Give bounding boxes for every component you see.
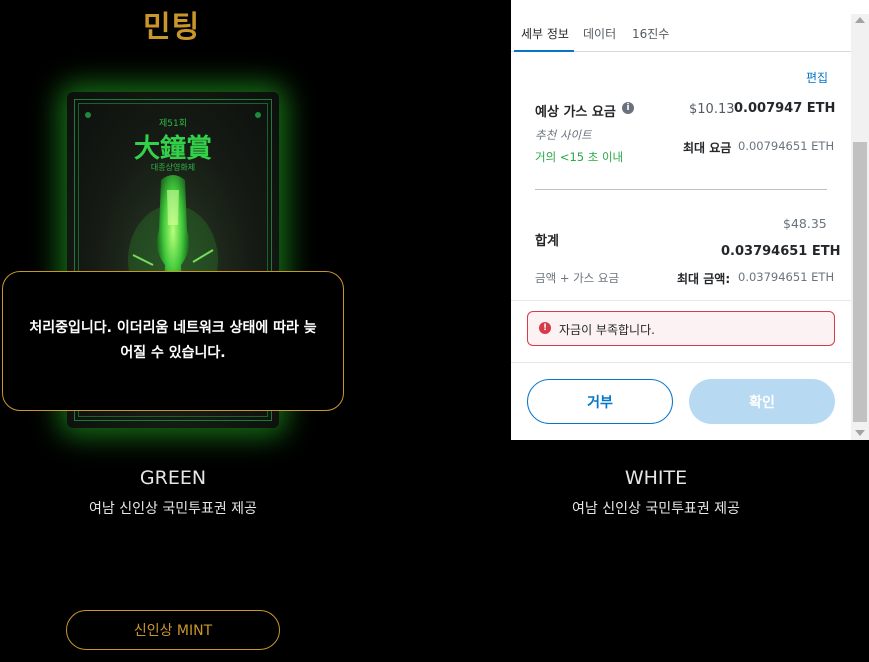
total-eth: 0.03794651 ETH (721, 244, 841, 259)
max-fee-label: 최대 요금 (683, 141, 732, 155)
gas-fee-eth: 0.007947 ETH (734, 101, 836, 116)
max-amount-label: 최대 금액: (677, 272, 731, 286)
scrollbar[interactable] (851, 14, 869, 440)
error-icon: ! (539, 322, 551, 334)
page-title: 민팅 (143, 10, 201, 45)
total-sub-label: 금액 + 가스 요금 (535, 271, 620, 285)
max-fee-value: 0.00794651 ETH (738, 139, 835, 153)
gas-fee-label: 예상 가스 요금 (535, 105, 616, 120)
footer-separator (511, 362, 851, 363)
card-desc-white: 여남 신인상 국민투표권 제공 (572, 501, 740, 517)
max-amount-value: 0.03794651 ETH (738, 270, 835, 284)
processing-toast: 처리중입니다. 이더리움 네트워크 상태에 따라 늦어질 수 있습니다. (2, 271, 344, 411)
wallet-popup: 세부 정보 데이터 16진수 편집 예상 가스 요금 i $10.13 0.00… (511, 0, 869, 440)
error-text: 자금이 부족합니다. (559, 323, 655, 337)
mint-button[interactable]: 신인상 MINT (66, 610, 280, 650)
insufficient-funds-alert: ! 자금이 부족합니다. (527, 311, 835, 346)
gas-suggestion: 추천 사이트 (535, 128, 592, 142)
gas-fee-fiat: $10.13 (689, 102, 735, 117)
tab-data[interactable]: 데이터 (583, 25, 616, 42)
info-icon[interactable]: i (622, 102, 634, 114)
scroll-down-arrow-icon[interactable] (855, 430, 865, 436)
wallet-tabs: 세부 정보 데이터 16진수 (511, 14, 851, 52)
scroll-up-arrow-icon[interactable] (855, 17, 865, 23)
card-name-white: WHITE (624, 467, 688, 489)
scroll-thumb[interactable] (853, 142, 867, 422)
card-desc-green: 여남 신인상 국민투표권 제공 (89, 501, 257, 517)
reject-button[interactable]: 거부 (527, 379, 673, 424)
total-fiat: $48.35 (783, 216, 827, 231)
total-label: 합계 (535, 234, 559, 249)
gas-eta: 거의 <15 초 이내 (535, 150, 624, 164)
tab-hex[interactable]: 16진수 (632, 25, 669, 42)
tab-details[interactable]: 세부 정보 (521, 25, 569, 42)
card-logo-title: 大鐘賞 (133, 134, 212, 164)
edit-link[interactable]: 편집 (806, 69, 828, 86)
active-tab-indicator (514, 50, 574, 52)
confirm-button[interactable]: 확인 (689, 379, 835, 424)
divider (535, 189, 827, 190)
section-separator (511, 300, 851, 301)
card-name-green: GREEN (139, 467, 207, 489)
toast-message: 처리중입니다. 이더리움 네트워크 상태에 따라 늦어질 수 있습니다. (29, 320, 317, 361)
